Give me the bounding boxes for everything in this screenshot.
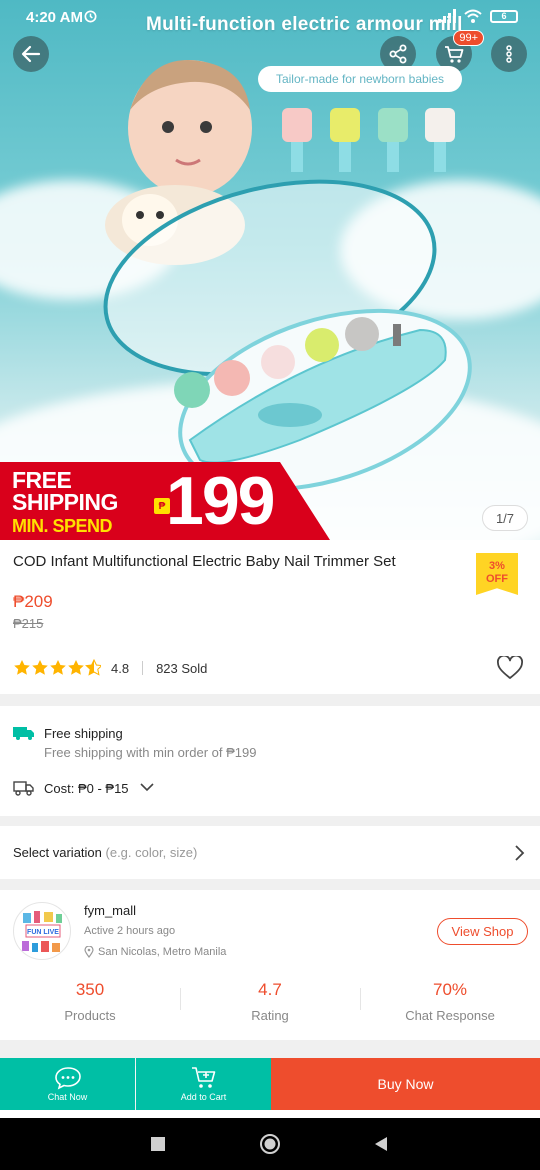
rating-value: 4.8 [111, 660, 130, 676]
divider [142, 661, 144, 675]
heart-icon [497, 654, 523, 679]
promo-amount: 199 [166, 463, 275, 539]
add-cart-icon [191, 1067, 215, 1088]
discount-badge: 3% OFF [476, 553, 518, 595]
shop-logo-text: FUN LIVE [27, 929, 59, 936]
shipping-section[interactable]: Free shipping Free shipping with min ord… [0, 706, 540, 816]
product-image-gallery[interactable]: 4:20 AM 6 Multi-function electric armour… [0, 0, 540, 540]
shop-avatar[interactable]: FUN LIVE [13, 902, 71, 960]
shop-stat-chat-response: 70% Chat Response [360, 980, 540, 1023]
shop-active-status: Active 2 hours ago [84, 925, 176, 937]
cart-badge: 99+ [453, 30, 484, 46]
original-price: ₱215 [13, 616, 44, 631]
free-shipping-promo-banner: FREE SHIPPING MIN. SPEND ₱ 199 [0, 462, 330, 540]
shop-logo: FUN LIVE [22, 911, 62, 952]
share-icon [389, 44, 407, 64]
like-button[interactable] [497, 654, 523, 685]
hero-title: Multi-function electric armour mill [146, 14, 463, 35]
product-title: COD Infant Multifunctional Electric Baby… [13, 553, 396, 570]
shop-location: San Nicolas, Metro Manila [84, 946, 226, 958]
chat-now-button[interactable]: Chat Now [0, 1058, 135, 1110]
cart-icon [445, 46, 464, 63]
shop-stat-rating: 4.7 Rating [180, 980, 360, 1023]
free-shipping-subtext: Free shipping with min order of ₱199 [44, 745, 257, 760]
alarm-icon [83, 8, 98, 27]
bottom-action-bar: Chat Now Add to Cart Buy Now [0, 1058, 540, 1110]
spacer [0, 1110, 540, 1118]
back-button[interactable] [13, 36, 49, 72]
shipping-cost: Cost: ₱0 - ₱15 [44, 781, 129, 796]
recent-apps-button[interactable] [151, 1137, 165, 1151]
chevron-down-icon[interactable] [139, 779, 155, 795]
wifi-icon [464, 9, 482, 23]
back-nav-button[interactable] [374, 1136, 388, 1152]
product-price: ₱209 [13, 592, 53, 611]
shop-stats: 350 Products 4.7 Rating 70% Chat Respons… [0, 980, 540, 1023]
free-shipping-icon [13, 727, 34, 740]
promo-text: FREE SHIPPING [12, 467, 118, 515]
variation-label: Select variation (e.g. color, size) [13, 845, 198, 860]
star-rating-icon [14, 659, 101, 676]
free-shipping-label: Free shipping [44, 726, 123, 741]
more-vertical-icon [506, 45, 512, 63]
product-info-section: COD Infant Multifunctional Electric Baby… [0, 540, 540, 694]
truck-icon [13, 781, 34, 796]
add-to-cart-button[interactable]: Add to Cart [136, 1058, 271, 1110]
promo-min-spend: MIN. SPEND [12, 516, 113, 536]
sold-count: 823 Sold [156, 660, 208, 676]
hero-tagline: Tailor-made for newborn babies [258, 66, 462, 92]
battery-icon: 6 [490, 9, 518, 23]
chat-icon [54, 1067, 81, 1090]
shop-section: FUN LIVE fym_mall Active 2 hours ago San… [0, 890, 540, 1040]
rating-row: 4.8 823 Sold [13, 657, 207, 679]
status-time: 4:20 AM [26, 9, 83, 26]
location-pin-icon [84, 946, 94, 958]
shop-stat-products: 350 Products [64, 980, 116, 1023]
chevron-right-icon [515, 845, 525, 861]
system-navigation-bar [0, 1118, 540, 1170]
variation-hint: (e.g. color, size) [105, 845, 198, 860]
shop-name[interactable]: fym_mall [84, 903, 136, 918]
home-button[interactable] [259, 1133, 281, 1155]
buy-now-button[interactable]: Buy Now [271, 1058, 540, 1110]
more-options-button[interactable] [491, 36, 527, 72]
image-counter: 1/7 [482, 505, 528, 531]
view-shop-button[interactable]: View Shop [437, 918, 528, 945]
arrow-left-icon [21, 45, 41, 63]
select-variation-row[interactable]: Select variation (e.g. color, size) [0, 826, 540, 879]
